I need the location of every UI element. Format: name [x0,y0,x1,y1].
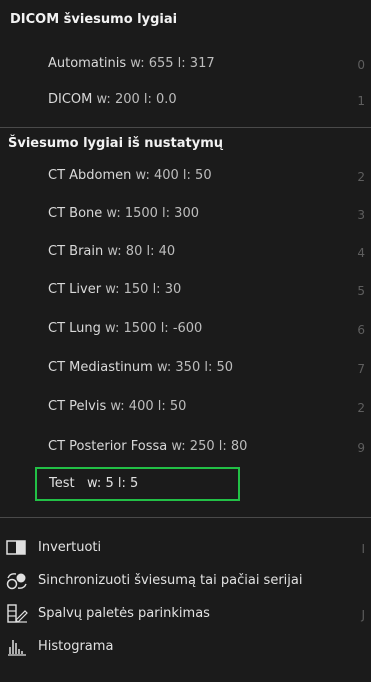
menu-item-label: CT Posterior Fossa w: 250 l: 80 [48,439,248,454]
histogram-icon [6,637,28,657]
hotkey: 7 [357,362,365,376]
invert-label: Invertuoti [38,540,102,555]
menu-item-ct-liver[interactable]: CT Liver w: 150 l: 30 5 [0,274,371,308]
menu-item-ct-abdomen[interactable]: CT Abdomen w: 400 l: 50 2 [0,160,371,194]
sync-icon [6,571,28,591]
hotkey: 4 [357,246,365,260]
menu-item-label: CT Liver w: 150 l: 30 [48,282,182,297]
menu-item-label: CT Abdomen w: 400 l: 50 [48,168,212,183]
menu-item-dicom[interactable]: DICOM w: 200 l: 0.0 1 [0,84,371,118]
hotkey: I [361,542,365,556]
hotkey: 2 [357,401,365,415]
sync-brightness-button[interactable]: Sinchronizuoti šviesumą tai pačiai serij… [0,566,371,596]
menu-item-label: CT Mediastinum w: 350 l: 50 [48,360,234,375]
menu-item-label: Automatinis w: 655 l: 317 [48,56,215,71]
menu-item-label: CT Bone w: 1500 l: 300 [48,206,199,221]
divider [0,127,371,128]
invert-button[interactable]: Invertuoti I [0,533,371,563]
preset-section-title: Šviesumo lygiai iš nustatymų [8,136,223,151]
invert-icon [6,538,28,558]
palette-label: Spalvų paletės parinkimas [38,606,210,621]
menu-item-ct-mediastinum[interactable]: CT Mediastinum w: 350 l: 50 7 [0,352,371,386]
menu-item-label: DICOM w: 200 l: 0.0 [48,92,177,107]
menu-item-ct-pelvis[interactable]: CT Pelvis w: 400 l: 50 2 [0,391,371,425]
window-level-menu: DICOM šviesumo lygiai Automatinis w: 655… [0,0,371,682]
palette-icon [6,604,28,624]
hotkey: J [361,608,365,622]
menu-item-ct-posterior-fossa[interactable]: CT Posterior Fossa w: 250 l: 80 9 [0,431,371,465]
menu-item-label: CT Pelvis w: 400 l: 50 [48,399,187,414]
menu-item-test[interactable]: Test w: 5 l: 5 [35,467,240,501]
menu-item-ct-lung[interactable]: CT Lung w: 1500 l: -600 6 [0,313,371,347]
menu-item-label: CT Lung w: 1500 l: -600 [48,321,203,336]
menu-item-label: Test w: 5 l: 5 [49,476,139,491]
hotkey: 5 [357,284,365,298]
menu-item-ct-brain[interactable]: CT Brain w: 80 l: 40 4 [0,236,371,270]
histogram-label: Histograma [38,639,114,654]
hotkey: 9 [357,441,365,455]
palette-selection-button[interactable]: Spalvų paletės parinkimas J [0,599,371,629]
sync-label: Sinchronizuoti šviesumą tai pačiai serij… [38,573,303,588]
hotkey: 0 [357,58,365,72]
dicom-section-title: DICOM šviesumo lygiai [10,12,178,27]
menu-item-label: CT Brain w: 80 l: 40 [48,244,176,259]
hotkey: 6 [357,323,365,337]
histogram-button[interactable]: Histograma [0,632,371,662]
menu-item-automatinis[interactable]: Automatinis w: 655 l: 317 0 [0,48,371,82]
hotkey: 2 [357,170,365,184]
menu-item-ct-bone[interactable]: CT Bone w: 1500 l: 300 3 [0,198,371,232]
divider [0,517,371,518]
hotkey: 3 [357,208,365,222]
hotkey: 1 [357,94,365,108]
